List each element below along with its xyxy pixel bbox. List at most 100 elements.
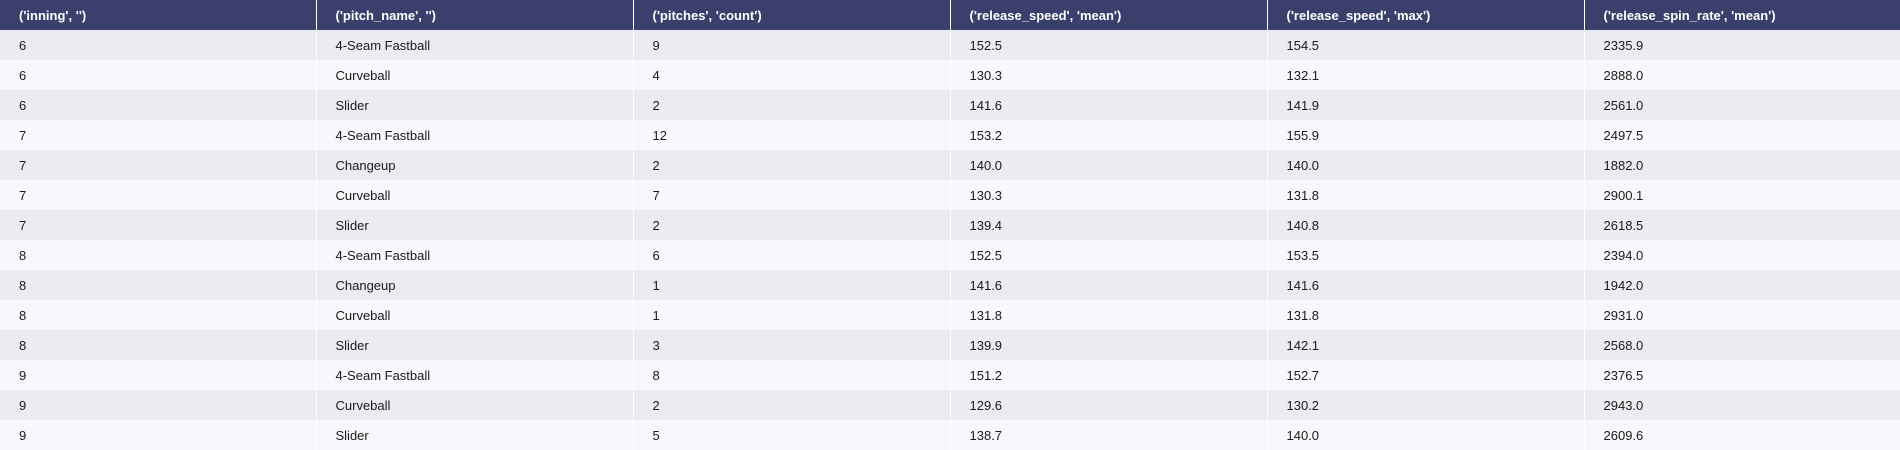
table-cell: 12 xyxy=(632,120,950,150)
table-cell: Curveball xyxy=(315,180,633,210)
table-cell: 1942.0 xyxy=(1583,270,1900,300)
table-cell: 151.2 xyxy=(949,360,1267,390)
table-row: 7 4-Seam Fastball 12 153.2 155.9 2497.5 xyxy=(0,120,1900,150)
table-row: 9 4-Seam Fastball 8 151.2 152.7 2376.5 xyxy=(0,360,1900,390)
column-header: ('inning', '') xyxy=(19,7,87,23)
table-cell: 6 xyxy=(632,240,950,270)
table-cell: 6 xyxy=(19,97,27,113)
table-cell: 130.3 xyxy=(949,180,1267,210)
table-cell: 152.5 xyxy=(949,240,1267,270)
table-cell: 141.6 xyxy=(949,270,1267,300)
table-cell: 4-Seam Fastball xyxy=(315,30,633,60)
table-cell: Curveball xyxy=(315,60,633,90)
table-cell: 140.0 xyxy=(1266,420,1584,450)
table-cell: 2943.0 xyxy=(1583,390,1900,420)
column-header: ('pitches', 'count') xyxy=(632,0,950,30)
table-cell: 140.0 xyxy=(1266,150,1584,180)
table-header: ('inning', '') ('pitch_name', '') ('pitche… xyxy=(0,0,1900,30)
table-cell: 131.8 xyxy=(1266,300,1584,330)
table-row: 7 Slider 2 139.4 140.8 2618.5 xyxy=(0,210,1900,240)
table-cell: 140.0 xyxy=(949,150,1267,180)
table-cell: 6 xyxy=(19,37,27,53)
table-cell: 153.5 xyxy=(1266,240,1584,270)
table-cell: 141.6 xyxy=(949,90,1267,120)
table-cell: 3 xyxy=(632,330,950,360)
table-cell: Slider xyxy=(315,90,633,120)
table-cell: 4-Seam Fastball xyxy=(315,120,633,150)
table-cell: Changeup xyxy=(315,150,633,180)
table-cell: 9 xyxy=(19,367,27,383)
table-cell: 132.1 xyxy=(1266,60,1584,90)
table-cell: 152.5 xyxy=(949,30,1267,60)
column-header: ('release_speed', 'max') xyxy=(1266,0,1584,30)
table-cell: 2 xyxy=(632,390,950,420)
table-cell: 2394.0 xyxy=(1583,240,1900,270)
table-cell: 2568.0 xyxy=(1583,330,1900,360)
table-cell: 141.9 xyxy=(1266,90,1584,120)
pitch-summary-table: ('inning', '') ('pitch_name', '') ('pitche… xyxy=(0,0,1900,450)
table-cell: Curveball xyxy=(315,390,633,420)
table-cell: 8 xyxy=(632,360,950,390)
table-cell: 8 xyxy=(19,247,27,263)
column-header: ('pitch_name', '') xyxy=(315,0,633,30)
table-row: 8 Curveball 1 131.8 131.8 2931.0 xyxy=(0,300,1900,330)
table-cell: 7 xyxy=(19,187,27,203)
table-cell: Changeup xyxy=(315,270,633,300)
table-cell: 152.7 xyxy=(1266,360,1584,390)
table-cell: 1 xyxy=(632,300,950,330)
table-cell: 2931.0 xyxy=(1583,300,1900,330)
table-cell: 138.7 xyxy=(949,420,1267,450)
table-cell: 2 xyxy=(632,90,950,120)
table-cell: Slider xyxy=(315,420,633,450)
table-cell: 2888.0 xyxy=(1583,60,1900,90)
table-cell: 4-Seam Fastball xyxy=(315,360,633,390)
table-row: 6 4-Seam Fastball 9 152.5 154.5 2335.9 xyxy=(0,30,1900,60)
table-cell: 8 xyxy=(19,337,27,353)
table-cell: 7 xyxy=(632,180,950,210)
table-cell: 2618.5 xyxy=(1583,210,1900,240)
table-cell: 141.6 xyxy=(1266,270,1584,300)
table-cell: 131.8 xyxy=(949,300,1267,330)
table-cell: Slider xyxy=(315,330,633,360)
table-cell: 5 xyxy=(632,420,950,450)
table-cell: 2 xyxy=(632,150,950,180)
table-cell: 8 xyxy=(19,307,27,323)
table-cell: 4-Seam Fastball xyxy=(315,240,633,270)
table-cell: 140.8 xyxy=(1266,210,1584,240)
table-cell: 2561.0 xyxy=(1583,90,1900,120)
table-cell: 131.8 xyxy=(1266,180,1584,210)
table-cell: 8 xyxy=(19,277,27,293)
table-cell: 2900.1 xyxy=(1583,180,1900,210)
table-cell: 1882.0 xyxy=(1583,150,1900,180)
table-cell: 4 xyxy=(632,60,950,90)
table-cell: 139.9 xyxy=(949,330,1267,360)
table-cell: 142.1 xyxy=(1266,330,1584,360)
table-cell: 7 xyxy=(19,157,27,173)
table-cell: 1 xyxy=(632,270,950,300)
table-cell: 9 xyxy=(632,30,950,60)
table-cell: 139.4 xyxy=(949,210,1267,240)
table-cell: 2335.9 xyxy=(1583,30,1900,60)
table-row: 9 Curveball 2 129.6 130.2 2943.0 xyxy=(0,390,1900,420)
header-row: ('inning', '') ('pitch_name', '') ('pitche… xyxy=(0,0,1900,30)
table-row: 8 Slider 3 139.9 142.1 2568.0 xyxy=(0,330,1900,360)
table-cell: 9 xyxy=(19,427,27,443)
table-cell: 130.3 xyxy=(949,60,1267,90)
table-cell: 7 xyxy=(19,217,27,233)
table-cell: 7 xyxy=(19,127,27,143)
table-row: 6 Curveball 4 130.3 132.1 2888.0 xyxy=(0,60,1900,90)
table-row: 8 4-Seam Fastball 6 152.5 153.5 2394.0 xyxy=(0,240,1900,270)
table-row: 8 Changeup 1 141.6 141.6 1942.0 xyxy=(0,270,1900,300)
data-table-container: ('inning', '') ('pitch_name', '') ('pitche… xyxy=(0,0,1900,450)
table-cell: 130.2 xyxy=(1266,390,1584,420)
column-header: ('release_speed', 'mean') xyxy=(949,0,1267,30)
table-cell: Curveball xyxy=(315,300,633,330)
table-cell: 154.5 xyxy=(1266,30,1584,60)
table-cell: 6 xyxy=(19,67,27,83)
table-cell: 9 xyxy=(19,397,27,413)
table-row: 7 Curveball 7 130.3 131.8 2900.1 xyxy=(0,180,1900,210)
column-header: ('release_spin_rate', 'mean') xyxy=(1583,0,1900,30)
table-row: 7 Changeup 2 140.0 140.0 1882.0 xyxy=(0,150,1900,180)
table-cell: 155.9 xyxy=(1266,120,1584,150)
table-cell: 2609.6 xyxy=(1583,420,1900,450)
